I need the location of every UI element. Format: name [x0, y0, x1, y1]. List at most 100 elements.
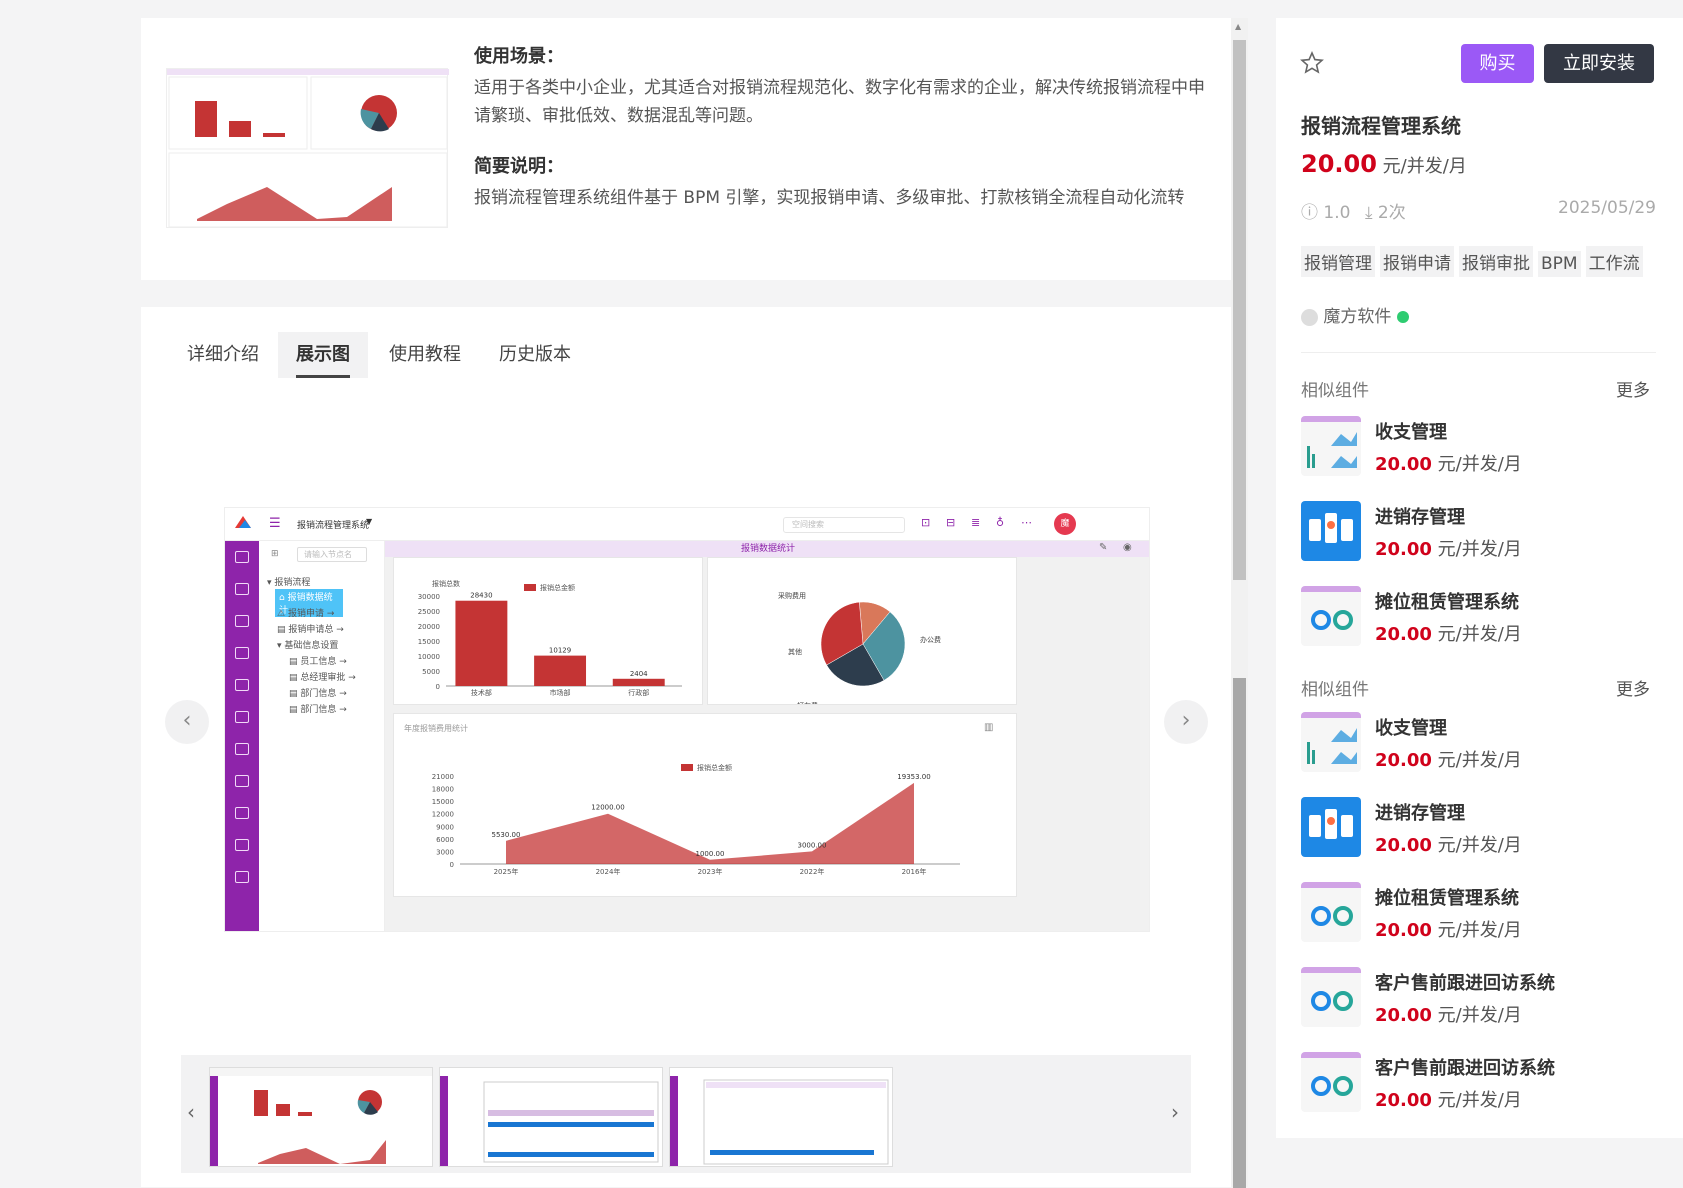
similar-item-thumbnail — [1301, 586, 1361, 646]
caret-down-icon[interactable]: ▼ — [366, 517, 372, 526]
x-tick-label: 行政部 — [628, 688, 649, 697]
area-chart: 报销总金额 0 3000 6000 9000 12000 15000 18000 21000 55… — [432, 763, 960, 876]
home-icon[interactable] — [235, 551, 249, 563]
avatar[interactable]: 魔 — [1054, 513, 1076, 535]
similar-item-name: 进销存管理 — [1375, 507, 1465, 528]
help-icon[interactable]: ⊡ — [921, 516, 930, 529]
monitor-icon[interactable] — [235, 583, 249, 595]
similar-item-name: 摊位租赁管理系统 — [1375, 888, 1519, 909]
y-tick-label: 30000 — [418, 593, 440, 601]
tree-search-input[interactable]: 请输入节点名 — [297, 547, 367, 562]
similar-item[interactable]: 客户售前跟进回访系统 20.00 元/并发/月 — [1301, 1052, 1681, 1116]
scenario-text: 适用于各类中小企业，尤其适合对报销流程规范化、数字化有需求的企业，解决传统报销流… — [474, 78, 1205, 126]
flow-icon[interactable] — [235, 839, 249, 851]
y-axis-label: 报销总数 — [432, 579, 460, 588]
eye-icon[interactable]: ◉ — [1123, 542, 1132, 553]
list-icon[interactable]: ≣ — [971, 516, 980, 529]
app-topbar: ☰ 报销流程管理系统 ▼ 空间搜索 ⊡ ⊟ ≣ ♁ ⋯ 魔 — [225, 508, 1149, 541]
table-icon[interactable] — [235, 743, 249, 755]
app-logo-icon — [235, 516, 251, 528]
overview-thumbnail[interactable] — [166, 68, 449, 228]
chart-icon[interactable] — [235, 807, 249, 819]
scrollbar[interactable]: ▲ — [1231, 18, 1248, 1188]
navigation-tree: ⊞ 请输入节点名 ▾ 报销流程 ⌂ 报销数据统计 ⚠ 报销申请 → ▤ 报销申请… — [259, 541, 385, 931]
gallery-prev-button[interactable]: ‹ — [165, 700, 209, 744]
star-icon[interactable] — [1300, 51, 1324, 75]
vendor[interactable]: 魔方软件 — [1301, 302, 1409, 327]
y-tick-label: 21000 — [432, 773, 454, 781]
similar-item-thumbnail — [1301, 882, 1361, 942]
tag[interactable]: 报销审批 — [1459, 246, 1533, 277]
tree-item[interactable]: ▤ 总经理审批 → — [289, 670, 356, 683]
tag[interactable]: BPM — [1538, 251, 1581, 277]
similar-item[interactable]: 客户售前跟进回访系统 20.00 元/并发/月 — [1301, 967, 1681, 1031]
more-link[interactable]: 更多 — [1616, 376, 1650, 401]
publish-date: 2025/05/29 — [1558, 198, 1656, 218]
org-icon[interactable] — [235, 679, 249, 691]
thumbnail-2[interactable] — [439, 1067, 663, 1167]
scroll-thumb[interactable] — [1233, 678, 1246, 1188]
tree-item[interactable]: ⚠ 报销申请 → — [277, 606, 334, 619]
more-link[interactable]: 更多 — [1616, 675, 1650, 700]
more-icon[interactable]: ⋯ — [1021, 516, 1032, 529]
tree-item[interactable]: ▤ 报销申请总 → — [277, 622, 344, 635]
screen-icon[interactable] — [235, 775, 249, 787]
thumbnail-strip: ‹ › — [181, 1055, 1191, 1173]
overview-card: 使用场景： 适用于各类中小企业，尤其适合对报销流程规范化、数字化有需求的企业，解… — [141, 18, 1231, 280]
thumbnail-3[interactable] — [669, 1067, 893, 1167]
similar-item[interactable]: 进销存管理 20.00 元/并发/月 — [1301, 501, 1681, 565]
x-tick-label: 2025年 — [494, 867, 519, 876]
theme-icon[interactable]: ♁ — [996, 516, 1004, 529]
tag[interactable]: 工作流 — [1585, 246, 1643, 277]
similar-item[interactable]: 进销存管理 20.00 元/并发/月 — [1301, 797, 1681, 861]
thumbnail-1[interactable] — [209, 1067, 433, 1167]
similar-item[interactable]: 摊位租赁管理系统 20.00 元/并发/月 — [1301, 882, 1681, 946]
edit-icon[interactable]: ✎ — [1099, 542, 1107, 553]
strip-next-icon[interactable]: › — [1171, 1100, 1179, 1124]
grid-icon[interactable]: ⊞ — [271, 549, 279, 559]
bar-chart-icon[interactable]: ▥ — [984, 722, 993, 733]
buy-button[interactable]: 购买 — [1461, 44, 1534, 83]
search-input[interactable]: 空间搜索 — [783, 517, 905, 533]
tree-item[interactable]: ▾ 报销流程 — [267, 575, 310, 588]
tree-item[interactable]: ▤ 员工信息 → — [289, 654, 347, 667]
scroll-up-icon[interactable]: ▲ — [1235, 22, 1241, 31]
tab-tutorial[interactable]: 使用教程 — [371, 332, 479, 378]
tag[interactable]: 报销申请 — [1380, 246, 1454, 277]
tree-item[interactable]: ▤ 部门信息 → — [289, 686, 347, 699]
similar-item-price: 20.00 元/并发/月 — [1375, 1005, 1522, 1026]
similar-item[interactable]: 摊位租赁管理系统 20.00 元/并发/月 — [1301, 586, 1681, 650]
document-icon[interactable] — [235, 647, 249, 659]
app-sidebar — [225, 541, 259, 931]
similar-item[interactable]: 收支管理 20.00 元/并发/月 — [1301, 416, 1681, 480]
y-tick-label: 0 — [436, 683, 440, 691]
gallery-next-button[interactable]: › — [1164, 700, 1208, 744]
scroll-thumb[interactable] — [1233, 40, 1246, 580]
tag[interactable]: 报销管理 — [1301, 246, 1375, 277]
settings-icon[interactable] — [235, 871, 249, 883]
similar-item[interactable]: 收支管理 20.00 元/并发/月 — [1301, 712, 1681, 776]
chevron-right-icon: › — [1181, 708, 1191, 733]
tab-screenshots[interactable]: 展示图 — [278, 332, 368, 378]
strip-prev-icon[interactable]: ‹ — [187, 1100, 195, 1124]
clipboard-icon[interactable] — [235, 615, 249, 627]
slice-label: 打车费 — [797, 701, 818, 704]
y-tick-label: 3000 — [436, 848, 454, 856]
thumbnail-image — [670, 1076, 889, 1166]
menu-icon[interactable]: ☰ — [269, 516, 281, 531]
y-tick-label: 0 — [450, 861, 454, 869]
inbox-icon[interactable]: ⊟ — [946, 516, 955, 529]
similar-title: 相似组件 — [1301, 381, 1369, 401]
data-label: 3000.00 — [798, 841, 827, 849]
y-tick-label: 15000 — [418, 638, 440, 646]
data-label: 5530.00 — [492, 831, 521, 839]
install-button[interactable]: 立即安装 — [1544, 44, 1654, 83]
tab-detail[interactable]: 详细介绍 — [169, 332, 277, 378]
tree-item[interactable]: ▾ 基础信息设置 — [277, 638, 338, 651]
tab-history[interactable]: 历史版本 — [481, 332, 589, 378]
tree-item[interactable]: ▤ 部门信息 → — [289, 702, 347, 715]
data-label: 1000.00 — [696, 850, 725, 858]
similar-item-name: 摊位租赁管理系统 — [1375, 592, 1519, 613]
share-icon[interactable] — [235, 711, 249, 723]
scenario-title: 使用场景： — [474, 46, 564, 67]
